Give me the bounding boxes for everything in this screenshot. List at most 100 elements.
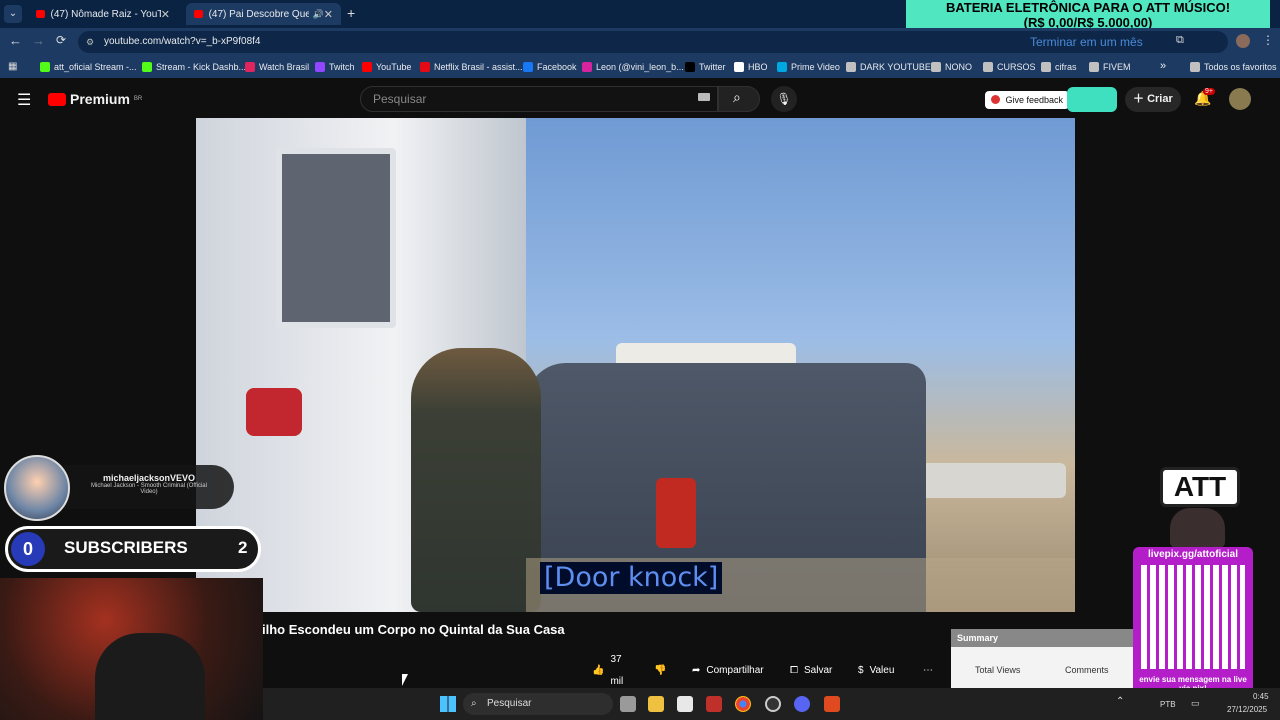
- now-playing-info: michaeljacksonVEVO Michael Jackson - Smo…: [64, 465, 234, 509]
- menu-icon[interactable]: ⋮: [1262, 33, 1274, 47]
- search-input[interactable]: Pesquisar: [360, 86, 718, 112]
- bookmark-item[interactable]: Facebook: [523, 56, 577, 78]
- summary-comments-label: Comments: [1065, 665, 1109, 675]
- keyboard-icon[interactable]: [698, 93, 710, 101]
- thanks-button[interactable]: $ Valeu: [850, 660, 910, 682]
- video-player[interactable]: [196, 118, 1075, 612]
- chrome-icon[interactable]: [735, 696, 751, 712]
- bookmark-label: cifras: [1055, 62, 1077, 72]
- bookmark-item[interactable]: HBO: [734, 56, 768, 78]
- bookmark-favicon-icon: [420, 62, 430, 72]
- thanks-icon: $: [858, 665, 864, 676]
- discord-icon[interactable]: [794, 696, 810, 712]
- close-tab-icon[interactable]: ✕: [161, 8, 170, 21]
- taskbar-search-input[interactable]: ⌕ Pesquisar: [463, 693, 613, 715]
- plus-icon: ＋: [1133, 93, 1144, 105]
- reload-icon[interactable]: ⟳: [56, 33, 66, 47]
- bookmark-item[interactable]: Stream - Kick Dashb...: [142, 56, 246, 78]
- tab-pai-descobre[interactable]: (47) Pai Descobre Que a N 🔊 ✕: [186, 3, 341, 25]
- bookmark-label: Leon (@vini_leon_b...: [596, 62, 684, 72]
- share-button[interactable]: ➦ Compartilhar: [684, 660, 774, 682]
- video-caption: [Door knock]: [540, 562, 723, 594]
- bookmark-item[interactable]: CURSOS: [983, 56, 1036, 78]
- bookmark-item[interactable]: Leon (@vini_leon_b...: [582, 56, 684, 78]
- bookmark-item[interactable]: FIVEM: [1089, 56, 1131, 78]
- bookmark-item[interactable]: cifras: [1041, 56, 1077, 78]
- bookmark-favicon-icon: [1041, 62, 1051, 72]
- tab-list-button[interactable]: ⌄: [4, 5, 22, 23]
- url-field[interactable]: ⚙ youtube.com/watch?v=_b-xP9f08f4 Termin…: [78, 31, 1228, 53]
- like-button[interactable]: 👍 37 mil: [584, 654, 644, 687]
- bookmark-item[interactable]: Prime Video: [777, 56, 840, 78]
- clock-time[interactable]: 0:45: [1253, 692, 1269, 701]
- bookmark-favicon-icon: [362, 62, 372, 72]
- rv-taillight: [246, 388, 302, 436]
- create-button[interactable]: ＋ Criar: [1125, 87, 1181, 112]
- bookmark-item[interactable]: att_oficial Stream -...: [40, 56, 137, 78]
- subscriber-counter: 0 SUBSCRIBERS 2: [5, 526, 261, 572]
- more-actions-button[interactable]: ⋯: [914, 660, 942, 682]
- close-tab-icon[interactable]: ✕: [324, 8, 333, 21]
- bookmark-favicon-icon: [1089, 62, 1099, 72]
- voice-search-button[interactable]: 🎙: [771, 86, 797, 112]
- all-bookmarks-button[interactable]: Todos os favoritos: [1190, 56, 1277, 78]
- task-view-icon[interactable]: [620, 696, 636, 712]
- forward-icon[interactable]: →: [32, 33, 45, 48]
- bookmark-label: HBO: [748, 62, 768, 72]
- search-button[interactable]: ⌕: [718, 86, 760, 112]
- windows-start-icon[interactable]: [440, 696, 456, 712]
- extension-pill[interactable]: [1067, 87, 1117, 112]
- windows-taskbar: ⌕ Pesquisar ⌃ PTB ▭ 0:45 27/12/2025: [263, 688, 1280, 720]
- give-feedback-button[interactable]: Give feedback: [985, 91, 1070, 109]
- youtube-header: ☰ Premium BR Pesquisar ⌕ 🎙 Give feedback…: [0, 78, 1280, 120]
- new-tab-button[interactable]: +: [347, 5, 355, 21]
- summary-header: Summary: [951, 629, 1136, 647]
- account-avatar[interactable]: [1229, 88, 1251, 110]
- bookmark-icon: ⧠: [790, 665, 798, 676]
- extensions-icon[interactable]: ⧉: [1176, 34, 1184, 47]
- clock-date[interactable]: 27/12/2025: [1227, 705, 1267, 714]
- bookmark-favicon-icon: [523, 62, 533, 72]
- bookmark-item[interactable]: DARK YOUTUBE: [846, 56, 931, 78]
- tray-expand-icon[interactable]: ⌃: [1116, 696, 1124, 707]
- thumbs-up-icon: 👍: [592, 665, 605, 676]
- bookmark-item[interactable]: Twitch: [315, 56, 355, 78]
- youtube-icon: [194, 10, 203, 18]
- profile-avatar[interactable]: [1236, 34, 1250, 48]
- bookmark-item[interactable]: Netflix Brasil - assist...: [420, 56, 523, 78]
- save-button[interactable]: ⧠ Salvar: [782, 660, 844, 682]
- language-indicator[interactable]: PTB: [1160, 700, 1176, 709]
- site-info-icon[interactable]: ⚙: [86, 31, 94, 53]
- subscribers-label: SUBSCRIBERS: [64, 538, 188, 557]
- dislike-button[interactable]: 👎: [646, 660, 676, 682]
- thumbs-down-icon: 👎: [654, 665, 667, 676]
- subscriber-count-left: 0: [11, 532, 45, 566]
- youtube-icon: [36, 10, 45, 18]
- obs-icon[interactable]: [765, 696, 781, 712]
- network-icon[interactable]: ▭: [1191, 698, 1200, 709]
- bookmark-favicon-icon: [931, 62, 941, 72]
- app-icon-red[interactable]: [706, 696, 722, 712]
- bookmark-label: Stream - Kick Dashb...: [156, 62, 247, 72]
- youtube-premium-logo[interactable]: Premium BR: [48, 91, 142, 107]
- hamburger-menu-icon[interactable]: ☰: [17, 90, 31, 110]
- bookmark-item[interactable]: YouTube: [362, 56, 411, 78]
- bookmark-label: CURSOS: [997, 62, 1036, 72]
- back-icon[interactable]: ←: [9, 33, 22, 48]
- bookmark-item[interactable]: Twitter: [685, 56, 726, 78]
- bookmarks-more-icon[interactable]: »: [1160, 60, 1166, 72]
- speaker-icon[interactable]: 🔊: [313, 9, 324, 20]
- file-explorer-icon[interactable]: [648, 696, 664, 712]
- summary-total-views-label: Total Views: [975, 665, 1021, 675]
- video-title: ilho Escondeu um Corpo no Quintal da Sua…: [262, 622, 565, 637]
- bookmark-favicon-icon: [846, 62, 856, 72]
- bookmark-favicon-icon: [734, 62, 744, 72]
- bookmark-item[interactable]: Watch Brasil: [245, 56, 309, 78]
- microsoft-store-icon[interactable]: [677, 696, 693, 712]
- apps-icon[interactable]: ▦: [8, 61, 17, 72]
- notifications-badge: 9+: [1203, 88, 1215, 95]
- tab-nomade-raiz[interactable]: (47) Nômade Raiz - YouTube ✕: [28, 3, 178, 25]
- bookmark-item[interactable]: NONO: [931, 56, 972, 78]
- album-art: [4, 455, 70, 521]
- app-icon-orange[interactable]: [824, 696, 840, 712]
